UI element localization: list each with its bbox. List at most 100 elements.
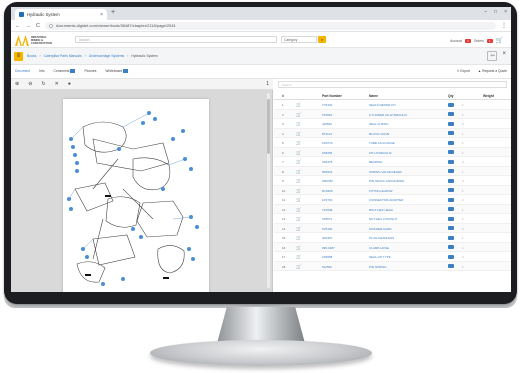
- schematic-page[interactable]: [63, 99, 209, 292]
- add-to-cart-icon[interactable]: 🛒: [296, 121, 301, 127]
- add-to-cart-icon[interactable]: 🛒: [296, 254, 301, 260]
- export-button[interactable]: ⇪ Export: [457, 69, 470, 73]
- close-window-icon[interactable]: ×: [504, 9, 507, 15]
- add-to-cart-icon[interactable]: 🛒: [296, 207, 301, 213]
- col-number[interactable]: #: [282, 94, 284, 98]
- add-to-cart-icon[interactable]: 🛒: [296, 264, 301, 270]
- hamburger-menu-button[interactable]: ≡: [14, 52, 23, 61]
- part-number-link[interactable]: 095-1987: [322, 246, 335, 250]
- part-number-link[interactable]: 9X8256: [322, 151, 332, 155]
- table-row[interactable]: 10 🛒 8C3206 FITTING-ELBOW 1: [274, 185, 511, 195]
- col-weight[interactable]: Weight: [483, 94, 494, 98]
- table-row[interactable]: 2 🛒 6T2815 CYLINDER AS-HYDRAULIC 1: [274, 109, 511, 119]
- back-arrow-button[interactable]: ⇦: [487, 51, 498, 61]
- site-logo[interactable]: INDUSTRIAL MINING & CONSTRUCTION: [15, 35, 59, 46]
- part-number-link[interactable]: 3T8071: [322, 217, 332, 221]
- search-button[interactable]: ⌕: [318, 36, 326, 43]
- add-to-cart-icon[interactable]: 🛒: [296, 245, 301, 251]
- add-to-cart-icon[interactable]: 🛒: [296, 140, 301, 146]
- table-row[interactable]: 1 🛒 7Y5432 SEALS REPAIR KIT 1: [274, 100, 511, 110]
- col-name[interactable]: Name: [369, 94, 378, 98]
- part-number-link[interactable]: 5J2506: [322, 265, 332, 269]
- part-number-link[interactable]: 7Y5432: [322, 103, 332, 107]
- add-to-cart-icon[interactable]: 🛒: [296, 102, 301, 108]
- add-to-cart-icon[interactable]: 🛒: [296, 197, 301, 203]
- table-row[interactable]: 14 🛒 6V5192 WASHER-HARD 3: [274, 223, 511, 233]
- part-number-link[interactable]: 6T2815: [322, 113, 332, 117]
- request-quote-button[interactable]: ▲ Request a Quote: [478, 69, 507, 73]
- table-row[interactable]: 16 🛒 095-1987 CLAMP-HOSE 1: [274, 242, 511, 252]
- part-number-link[interactable]: 7X2548: [322, 208, 332, 212]
- part-number-link[interactable]: 2M9780: [322, 179, 333, 183]
- fit-icon[interactable]: ✕: [55, 81, 59, 87]
- part-number-link[interactable]: 5P6622: [322, 170, 332, 174]
- table-row[interactable]: 5 🛒 1R0716 TUBE AS-FLANGE 1: [274, 138, 511, 148]
- tab-whiteboard[interactable]: Whiteboard: [105, 69, 129, 74]
- site-search-input[interactable]: Search: [75, 36, 277, 43]
- parts-search-input[interactable]: Search: [278, 81, 507, 88]
- table-row[interactable]: 11 🛒 1P3703 CONNECTOR-ADAPTER 2: [274, 195, 511, 205]
- table-row[interactable]: 15 🛒 4K0367 PLUG-HEADLESS 1: [274, 233, 511, 243]
- tab-comments[interactable]: Comments: [54, 69, 76, 74]
- part-number-link[interactable]: 3S3478: [322, 160, 332, 164]
- part-name: TUBE AS-FLANGE: [369, 141, 395, 145]
- part-number-link[interactable]: 4K0367: [322, 236, 332, 240]
- add-to-cart-icon[interactable]: 🛒: [296, 112, 301, 118]
- breadcrumb-item[interactable]: Caterpillar Parts Manuals: [44, 54, 82, 58]
- table-row[interactable]: 12 🛒 7X2548 BOLT-HEX HEAD 1: [274, 204, 511, 214]
- back-icon[interactable]: ←: [15, 23, 21, 29]
- table-row[interactable]: 3 🛒 4J0520 SEAL-O-RING 2: [274, 119, 511, 129]
- cart-icon[interactable]: 🛒: [496, 37, 503, 44]
- add-to-cart-icon[interactable]: 🛒: [296, 216, 301, 222]
- part-number-link[interactable]: 8T4121: [322, 132, 332, 136]
- part-number-link[interactable]: 1R0716: [322, 141, 333, 145]
- breadcrumb-item[interactable]: Books: [27, 54, 36, 58]
- add-to-cart-icon[interactable]: 🛒: [296, 159, 301, 165]
- add-to-cart-icon[interactable]: 🛒: [296, 169, 301, 175]
- tab-document[interactable]: Document: [15, 69, 30, 73]
- account-link[interactable]: Account: [450, 39, 462, 43]
- browser-tab[interactable]: Hydraulic System ×: [15, 9, 107, 20]
- forward-icon[interactable]: →: [26, 23, 32, 29]
- table-row[interactable]: 6 🛒 9X8256 KIT-HYDRAULIC 1: [274, 147, 511, 157]
- reload-icon[interactable]: C: [36, 23, 40, 29]
- part-number-link[interactable]: 6V5192: [322, 227, 332, 231]
- part-number-link[interactable]: 2S5658: [322, 255, 332, 259]
- add-to-cart-icon[interactable]: 🛒: [296, 235, 301, 241]
- maximize-icon[interactable]: □: [494, 9, 497, 15]
- table-row[interactable]: 8 🛒 5P6622 SPRING-VALVE RELIEF 1: [274, 166, 511, 176]
- tab-info[interactable]: Info: [39, 69, 45, 73]
- zoom-out-icon[interactable]: ⊖: [28, 81, 32, 87]
- table-row[interactable]: 18 🛒 5J2506 PIN-SPRING 1: [274, 261, 511, 271]
- part-number-link[interactable]: 1P3703: [322, 198, 332, 202]
- orders-link[interactable]: Orders: [474, 39, 484, 43]
- new-tab-button[interactable]: +: [111, 9, 115, 16]
- table-row[interactable]: 7 🛒 3S3478 BEARING 2: [274, 157, 511, 167]
- breadcrumb-item[interactable]: Undercarriage Systems: [89, 54, 124, 58]
- close-icon[interactable]: ×: [502, 51, 506, 61]
- add-to-cart-icon[interactable]: 🛒: [296, 226, 301, 232]
- table-row[interactable]: 4 🛒 8T4121 BLOCK-VALVE 1: [274, 128, 511, 138]
- category-select[interactable]: Category: [281, 36, 317, 43]
- part-name: WASHER-HARD: [369, 226, 392, 231]
- table-row[interactable]: 9 🛒 2M9780 PIN-SPOOL ANCHORING 4: [274, 176, 511, 186]
- rotate-icon[interactable]: ↻: [41, 81, 45, 87]
- part-number-link[interactable]: 8C3206: [322, 189, 333, 193]
- settings-icon[interactable]: ●: [68, 81, 71, 87]
- table-row[interactable]: 13 🛒 3T8071 NUT-HEX LOCKNUT 1: [274, 214, 511, 224]
- tab-close-icon[interactable]: ×: [100, 12, 103, 18]
- add-to-cart-icon[interactable]: 🛒: [296, 178, 301, 184]
- viewer-scrollbar[interactable]: [267, 93, 270, 288]
- tab-pictures[interactable]: Pictures: [84, 69, 96, 73]
- part-number-link[interactable]: 4J0520: [322, 122, 332, 126]
- browser-menu-icon[interactable]: ⋮: [501, 22, 507, 29]
- url-input[interactable]: documents.digidel.com/viewer/book/38487/…: [44, 21, 496, 30]
- col-part-number[interactable]: Part Number: [322, 94, 342, 98]
- table-row[interactable]: 17 🛒 2S5658 SEAL-LIP TYPE 2: [274, 252, 511, 262]
- add-to-cart-icon[interactable]: 🛒: [296, 150, 301, 156]
- add-to-cart-icon[interactable]: 🛒: [296, 131, 301, 137]
- minimize-icon[interactable]: –: [484, 9, 487, 15]
- zoom-in-icon[interactable]: ⊕: [15, 81, 19, 87]
- add-to-cart-icon[interactable]: 🛒: [296, 188, 301, 194]
- col-qty[interactable]: Qty: [448, 94, 454, 98]
